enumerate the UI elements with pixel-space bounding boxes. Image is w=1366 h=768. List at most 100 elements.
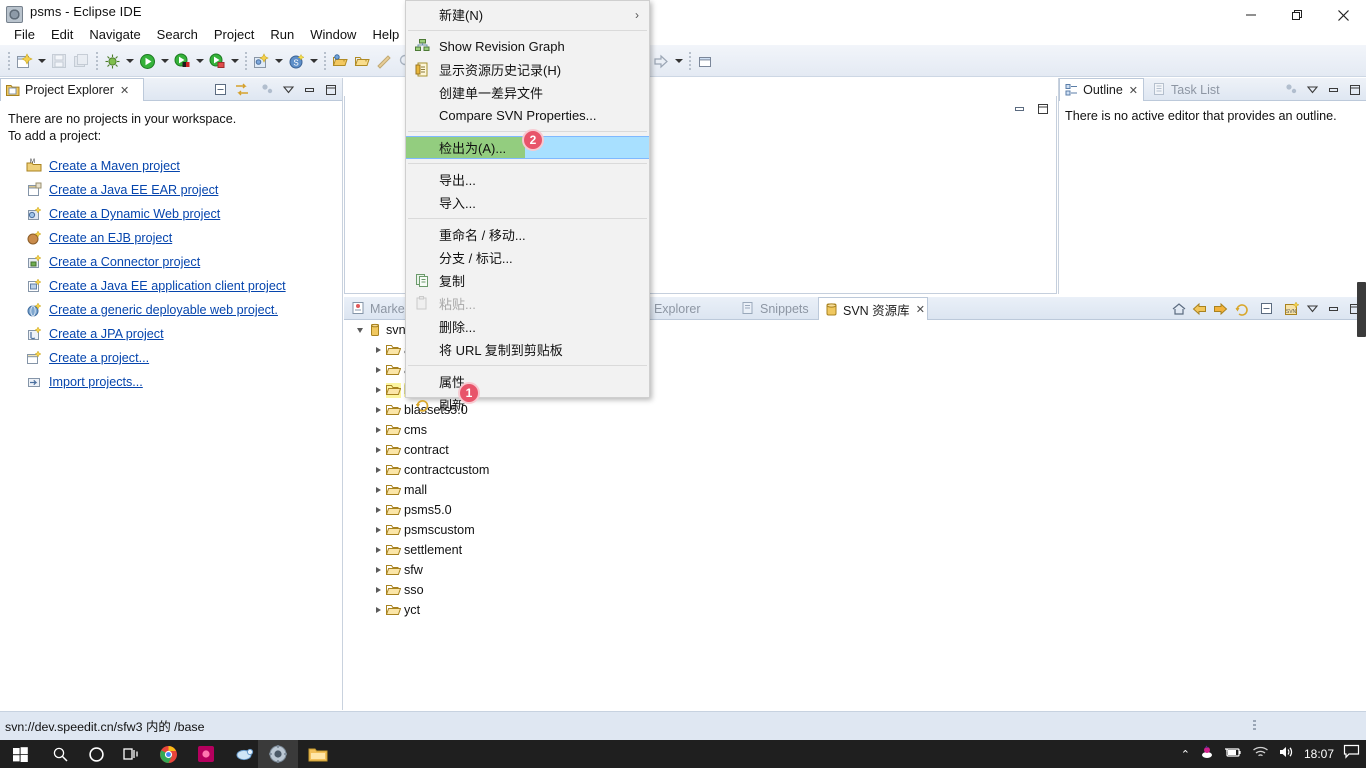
volume-icon[interactable] (1278, 745, 1295, 764)
tab-snippets[interactable]: Snippets (736, 297, 816, 320)
open-type-icon[interactable] (329, 48, 351, 74)
tree-item-psms50[interactable]: psms5.0 (344, 500, 1366, 520)
chevron-right-icon[interactable] (370, 382, 386, 398)
menu-window[interactable]: Window (302, 25, 364, 44)
tab-project-explorer[interactable]: Project Explorer ✕ (0, 78, 144, 101)
chevron-right-icon[interactable] (370, 482, 386, 498)
view-menu-icon[interactable] (1303, 299, 1322, 318)
link-create-java-ee-ear-project[interactable]: Create a Java EE EAR project (8, 178, 334, 202)
menu-help[interactable]: Help (364, 25, 407, 44)
chevron-right-icon[interactable] (370, 542, 386, 558)
context-menu-item-refresh[interactable]: 刷新 (406, 393, 649, 416)
clock[interactable]: 18:07 (1304, 747, 1334, 761)
chevron-down-icon[interactable] (352, 322, 368, 338)
maximize-icon[interactable] (321, 80, 340, 99)
context-menu-item-import[interactable]: 导入... (406, 191, 649, 214)
new-window-icon[interactable] (694, 48, 716, 74)
chevron-right-icon[interactable] (370, 442, 386, 458)
new-java-project-dropdown[interactable] (272, 48, 285, 74)
link-with-editor-icon[interactable] (232, 80, 251, 99)
run-icon[interactable] (136, 48, 158, 74)
close-icon[interactable]: ✕ (1129, 84, 1138, 97)
home-icon[interactable] (1169, 299, 1188, 318)
vertical-scrollbar-thumb[interactable] (1357, 282, 1366, 337)
forward-dropdown[interactable] (672, 48, 685, 74)
context-menu-item-export[interactable]: 导出... (406, 168, 649, 191)
resize-grip[interactable] (1253, 720, 1256, 732)
new-java-project-icon[interactable] (250, 48, 272, 74)
context-menu-item-properties[interactable]: 属性 (406, 370, 649, 393)
link-create-java-ee-app-client-project[interactable]: Create a Java EE application client proj… (8, 274, 334, 298)
tray-app-icon[interactable] (1199, 744, 1215, 765)
context-menu-item-create-unified-diff[interactable]: 创建单一差异文件 (406, 81, 649, 104)
menu-file[interactable]: File (6, 25, 43, 44)
link-create-connector-project[interactable]: Create a Connector project (8, 250, 334, 274)
new-repository-location-icon[interactable]: SVN (1282, 299, 1301, 318)
tree-item-sso[interactable]: sso (344, 580, 1366, 600)
context-menu-item-compare-svn-properties[interactable]: Compare SVN Properties... (406, 104, 649, 127)
view-menu-icon[interactable] (1303, 80, 1322, 99)
collapse-all-icon[interactable] (211, 80, 230, 99)
view-menu-extra-icon[interactable] (258, 80, 277, 99)
chevron-right-icon[interactable] (370, 602, 386, 618)
link-create-ejb-project[interactable]: Create an EJB project (8, 226, 334, 250)
link-create-dynamic-web-project[interactable]: Create a Dynamic Web project (8, 202, 334, 226)
chevron-right-icon[interactable] (370, 462, 386, 478)
context-menu-item-show-revision-graph[interactable]: Show Revision Graph (406, 35, 649, 58)
debug-dropdown[interactable] (123, 48, 136, 74)
context-menu-item-new[interactable]: 新建(N) › (406, 3, 649, 26)
link-create-maven-project[interactable]: M Create a Maven project (8, 154, 334, 178)
chevron-right-icon[interactable] (370, 522, 386, 538)
tray-chevron-icon[interactable]: ⌃ (1181, 748, 1190, 761)
minimize-icon[interactable] (300, 80, 319, 99)
close-icon[interactable]: ✕ (916, 303, 925, 316)
context-menu-item-copy-url-to-clipboard[interactable]: 将 URL 复制到剪贴板 (406, 338, 649, 361)
back-icon[interactable] (1190, 299, 1209, 318)
new-spring-icon[interactable]: S (285, 48, 307, 74)
menu-navigate[interactable]: Navigate (81, 25, 148, 44)
chevron-right-icon[interactable] (370, 362, 386, 378)
new-spring-dropdown[interactable] (307, 48, 320, 74)
view-menu-icon[interactable] (279, 80, 298, 99)
context-menu-item-copy[interactable]: 复制 (406, 269, 649, 292)
minimize-icon[interactable] (1010, 99, 1029, 118)
tree-item-yct[interactable]: yct (344, 600, 1366, 620)
menu-edit[interactable]: Edit (43, 25, 81, 44)
link-create-project[interactable]: Create a project... (8, 346, 334, 370)
debug-icon[interactable] (101, 48, 123, 74)
windows-start-icon[interactable] (0, 740, 40, 768)
tab-task-list[interactable]: Task List (1147, 78, 1239, 101)
chrome-icon[interactable] (148, 740, 188, 768)
run-dropdown[interactable] (158, 48, 171, 74)
coverage-icon[interactable] (171, 48, 193, 74)
app-pink-icon[interactable] (186, 740, 226, 768)
maximize-icon[interactable] (1033, 99, 1052, 118)
link-import-projects[interactable]: Import projects... (8, 370, 334, 394)
profile-dropdown[interactable] (228, 48, 241, 74)
context-menu-item-branch-tag[interactable]: 分支 / 标记... (406, 246, 649, 269)
chevron-right-icon[interactable] (370, 342, 386, 358)
menu-search[interactable]: Search (149, 25, 206, 44)
wifi-icon[interactable] (1252, 745, 1269, 764)
minimize-icon[interactable] (1324, 299, 1343, 318)
collapse-all-icon[interactable] (1257, 299, 1276, 318)
context-menu-item-show-resource-history[interactable]: 显示资源历史记录(H) (406, 58, 649, 81)
link-create-jpa-project[interactable]: Create a JPA project (8, 322, 334, 346)
chevron-right-icon[interactable] (370, 582, 386, 598)
search-icon[interactable] (40, 740, 80, 768)
eclipse-icon[interactable] (258, 740, 298, 768)
notification-icon[interactable] (1343, 744, 1360, 764)
coverage-dropdown[interactable] (193, 48, 206, 74)
file-explorer-icon[interactable] (298, 740, 338, 768)
maximize-icon[interactable] (1345, 80, 1364, 99)
context-menu-item-rename-move[interactable]: 重命名 / 移动... (406, 223, 649, 246)
menu-project[interactable]: Project (206, 25, 262, 44)
profile-icon[interactable] (206, 48, 228, 74)
tab-outline[interactable]: Outline ✕ (1059, 78, 1144, 101)
cortana-icon[interactable] (76, 740, 116, 768)
refresh-icon[interactable] (1232, 299, 1251, 318)
open-resource-icon[interactable] (351, 48, 373, 74)
chevron-right-icon[interactable] (370, 562, 386, 578)
close-icon[interactable]: ✕ (120, 84, 129, 97)
chevron-right-icon[interactable] (370, 422, 386, 438)
